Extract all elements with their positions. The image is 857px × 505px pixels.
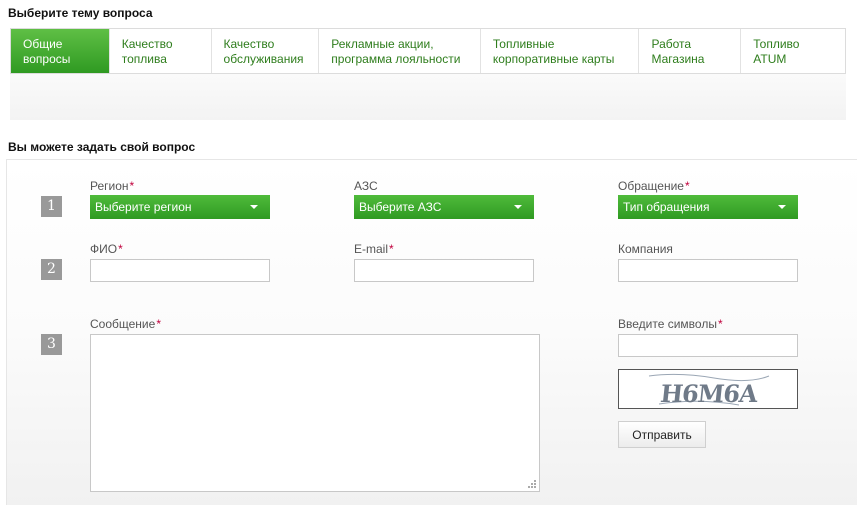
company-input[interactable]	[618, 259, 798, 282]
request-type-select-value: Тип обращения	[623, 200, 710, 214]
tab-label-line2: топлива	[121, 52, 167, 66]
tab-service-quality[interactable]: Качество обслуживания	[211, 29, 320, 73]
required-mark: *	[389, 242, 394, 256]
submit-button[interactable]: Отправить	[618, 421, 706, 448]
request-type-label-text: Обращение	[618, 179, 684, 193]
company-label: Компания	[618, 242, 673, 256]
chevron-down-icon	[778, 205, 786, 209]
fio-input[interactable]	[90, 259, 270, 282]
message-label-text: Сообщение	[90, 317, 156, 331]
required-mark: *	[118, 242, 123, 256]
chevron-down-icon	[514, 205, 522, 209]
tab-corporate-fuel-cards[interactable]: Топливные корпоративные карты	[480, 29, 640, 73]
station-select[interactable]: Выберите АЗС	[354, 195, 534, 219]
tab-label-line1: Топливо	[753, 37, 800, 51]
tab-label-line1: Рекламные акции,	[331, 37, 434, 51]
region-label: Регион*	[90, 179, 134, 193]
tab-fuel-atum[interactable]: Топливо ATUM	[741, 29, 845, 73]
resize-grip-icon[interactable]	[527, 479, 537, 489]
captcha-input[interactable]	[618, 334, 798, 357]
topic-tabs: Общие вопросы Качество топлива Качество …	[10, 28, 846, 74]
email-input[interactable]	[354, 259, 534, 282]
request-type-label: Обращение*	[618, 179, 690, 193]
tab-label-line2: корпоративные карты	[492, 52, 615, 66]
region-select[interactable]: Выберите регион	[90, 195, 270, 219]
tab-label-line2: обслуживания	[223, 52, 304, 66]
tab-label-line2: ATUM	[753, 52, 787, 66]
required-mark: *	[684, 179, 690, 193]
step-number-2: 2	[41, 259, 62, 280]
tab-label-line1: Топливные	[492, 37, 555, 51]
required-mark: *	[129, 179, 135, 193]
topic-section-title: Выберите тему вопроса	[8, 6, 153, 20]
tab-label-line1: Качество	[223, 37, 275, 51]
captcha-label-text: Введите символы	[618, 317, 717, 331]
request-type-select[interactable]: Тип обращения	[618, 195, 798, 219]
email-label: E-mail*	[354, 242, 394, 256]
required-mark: *	[156, 317, 161, 331]
tab-content-strip	[10, 74, 846, 120]
tab-label-line2: программа лояльности	[331, 52, 461, 66]
region-label-text: Регион	[90, 179, 129, 193]
tab-fuel-quality[interactable]: Качество топлива	[109, 29, 212, 73]
station-label-text: АЗС	[354, 179, 378, 193]
message-textarea[interactable]	[90, 334, 540, 492]
ask-section-title: Вы можете задать свой вопрос	[8, 140, 196, 154]
tab-shop-operation[interactable]: Работа Магазина	[639, 29, 742, 73]
step-number-1: 1	[41, 196, 62, 217]
tab-label-line2: Магазина	[651, 52, 705, 66]
step-number-3: 3	[41, 334, 62, 355]
company-label-text: Компания	[618, 242, 673, 256]
captcha-graphic: H6M6A	[648, 373, 770, 408]
captcha-image: H6M6A	[618, 369, 798, 409]
fio-label-text: ФИО	[90, 242, 118, 256]
station-label: АЗС	[354, 179, 378, 193]
email-label-text: E-mail	[354, 242, 389, 256]
fio-label: ФИО*	[90, 242, 123, 256]
required-mark: *	[717, 317, 723, 331]
message-label: Сообщение*	[90, 317, 161, 331]
tab-label-line1: Общие	[23, 37, 63, 51]
captcha-text: H6M6A	[659, 379, 760, 408]
captcha-label: Введите символы*	[618, 317, 723, 331]
tab-label-line1: Качество	[121, 37, 173, 51]
region-select-value: Выберите регион	[95, 200, 192, 214]
station-select-value: Выберите АЗС	[359, 200, 442, 214]
tab-label-line1: Работа	[651, 37, 692, 51]
tab-general-questions[interactable]: Общие вопросы	[11, 29, 110, 73]
chevron-down-icon	[250, 205, 258, 209]
tab-promotions-loyalty[interactable]: Рекламные акции, программа лояльности	[319, 29, 481, 73]
tab-label-line2: вопросы	[23, 52, 71, 66]
